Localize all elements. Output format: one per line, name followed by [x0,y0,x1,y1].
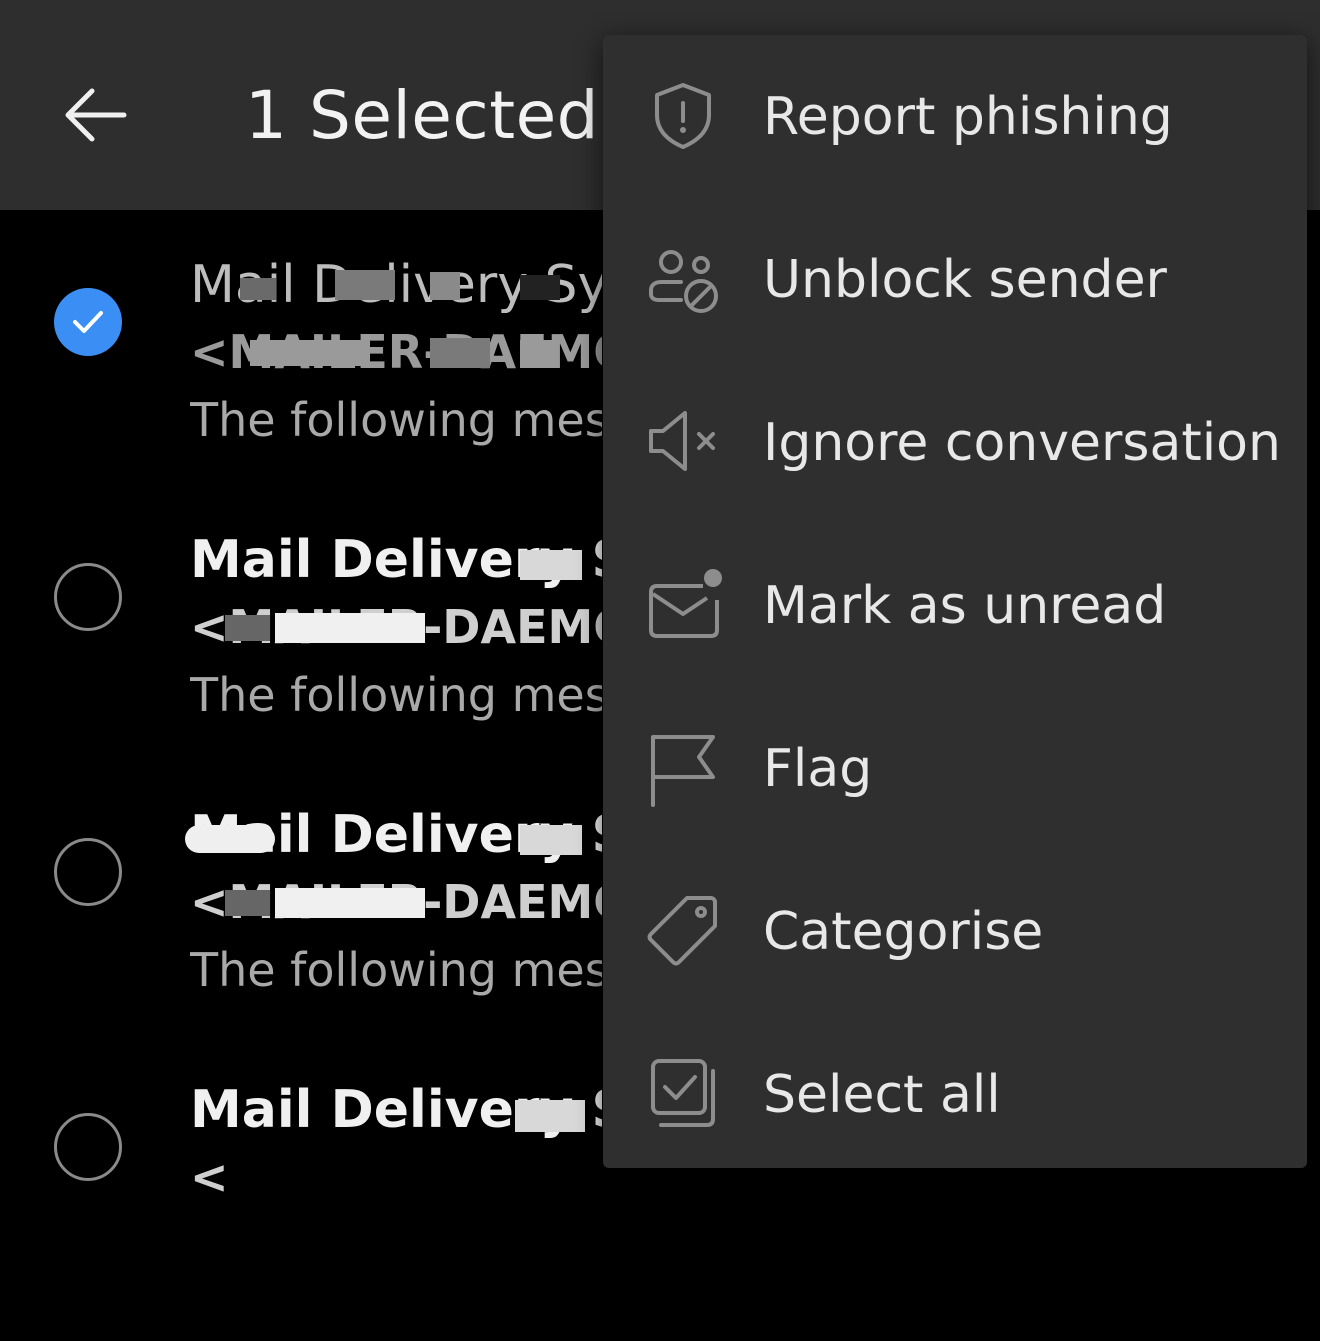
mail-unread-icon [649,569,722,638]
message-preview: The following mess [190,393,602,447]
page-title: 1 Selected [245,77,600,154]
menu-item-report-phishing[interactable]: Report phishing [603,35,1307,198]
shield-alert-icon [655,83,711,149]
menu-label: Categorise [763,901,1044,962]
select-all-icon [651,1059,715,1127]
back-button[interactable] [50,70,140,160]
selection-checkbox[interactable] [54,838,122,906]
mute-icon [649,411,715,471]
message-preview: The following mess [190,668,602,722]
menu-item-categorise[interactable]: Categorise [603,850,1307,1013]
menu-item-unblock-sender[interactable]: Unblock sender [603,198,1307,361]
menu-label: Flag [763,738,873,799]
unblock-person-icon [649,250,718,313]
selection-checkbox[interactable] [54,563,122,631]
selection-checkbox[interactable] [54,1113,122,1181]
menu-item-ignore-conversation[interactable]: Ignore conversation [603,361,1307,524]
checkmark-icon [73,311,103,333]
menu-item-select-all[interactable]: Select all [603,1013,1307,1176]
menu-label: Select all [763,1064,1001,1125]
menu-label: Ignore conversation [763,412,1281,473]
menu-item-flag[interactable]: Flag [603,687,1307,850]
menu-item-mark-as-unread[interactable]: Mark as unread [603,524,1307,687]
message-preview: The following mess [190,943,602,997]
menu-label: Mark as unread [763,575,1167,636]
selection-checkbox-checked[interactable] [54,288,122,356]
tag-icon [647,896,717,966]
menu-label: Report phishing [763,86,1173,147]
arrow-left-icon [65,88,127,142]
flag-icon [651,735,715,807]
sender-address: < [190,1150,229,1204]
menu-label: Unblock sender [763,249,1167,310]
overflow-menu: Report phishing Unblock sender Ignore co… [603,35,1307,1168]
